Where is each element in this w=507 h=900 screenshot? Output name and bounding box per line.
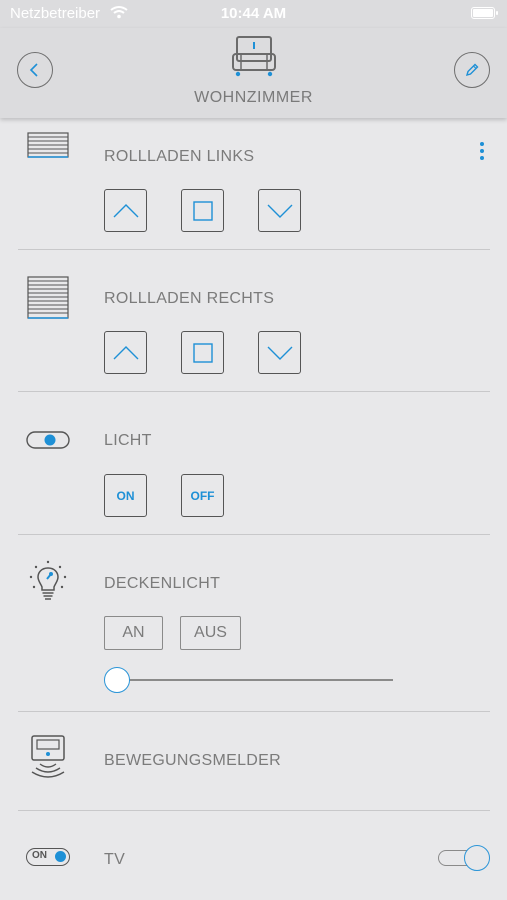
divider <box>18 711 490 712</box>
pencil-icon <box>465 63 479 77</box>
dimmer-slider-thumb[interactable] <box>104 667 130 693</box>
switch-icon <box>26 431 70 449</box>
on-switch-icon: ON <box>26 848 70 866</box>
stop-icon <box>192 200 213 221</box>
shutter-down-button-links[interactable] <box>258 189 301 232</box>
status-time: 10:44 AM <box>220 5 287 22</box>
deckenlicht-an-button[interactable]: AN <box>104 616 163 650</box>
device-label-deckenlicht: DECKENLICHT <box>104 575 221 592</box>
licht-on-button[interactable]: ON <box>104 474 147 517</box>
divider <box>18 249 490 250</box>
shutter-down-button-rechts[interactable] <box>258 331 301 374</box>
stop-icon <box>192 342 213 363</box>
arrow-down-icon <box>267 346 292 360</box>
shutter-up-button-rechts[interactable] <box>104 331 147 374</box>
arrow-up-icon <box>113 345 138 359</box>
licht-on-label: ON <box>116 488 135 503</box>
divider <box>18 810 490 811</box>
device-label-licht: LICHT <box>104 432 152 449</box>
deckenlicht-aus-button[interactable]: AUS <box>180 616 241 650</box>
shutter-stop-button-rechts[interactable] <box>181 331 224 374</box>
device-label-bewegungsmelder: BEWEGUNGSMELDER <box>104 752 281 769</box>
battery-icon <box>471 7 498 19</box>
header-bar: WOHNZIMMER <box>0 28 507 118</box>
arrow-down-icon <box>267 204 292 218</box>
divider <box>18 391 490 392</box>
motion-sensor-icon <box>31 735 65 778</box>
back-button[interactable] <box>17 52 53 88</box>
on-switch-icon-label: ON <box>32 850 47 861</box>
tv-toggle-switch[interactable] <box>438 845 490 871</box>
shutter-up-button-links[interactable] <box>104 189 147 232</box>
armchair-icon <box>232 36 276 77</box>
arrow-up-icon <box>113 203 138 217</box>
divider <box>18 534 490 535</box>
device-label-rollladen-rechts: ROLLLADEN RECHTS <box>104 290 275 307</box>
roller-shutter-closed-icon <box>27 276 69 319</box>
device-label-rollladen-links: ROLLLADEN LINKS <box>104 148 255 165</box>
status-bar: Netzbetreiber 10:44 AM <box>0 0 507 28</box>
edit-button[interactable] <box>454 52 490 88</box>
chevron-left-icon <box>29 63 38 77</box>
more-vertical-icon[interactable] <box>476 140 488 162</box>
roller-shutter-icon <box>27 132 69 158</box>
dimmer-slider-track[interactable] <box>117 679 393 681</box>
light-bulb-icon <box>29 560 67 600</box>
licht-off-button[interactable]: OFF <box>181 474 224 517</box>
page-title: WOHNZIMMER <box>194 89 313 106</box>
shutter-stop-button-links[interactable] <box>181 189 224 232</box>
licht-off-label: OFF <box>190 488 215 503</box>
device-label-tv: TV <box>104 851 126 868</box>
